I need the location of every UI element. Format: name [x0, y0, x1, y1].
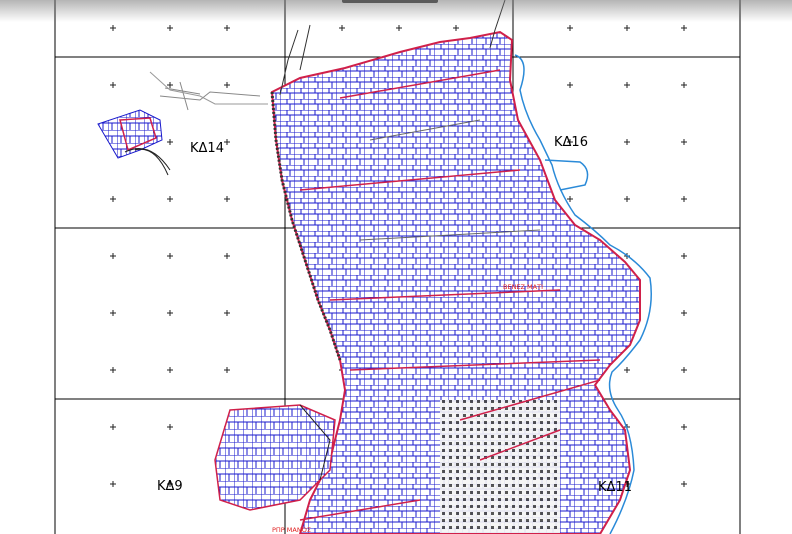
- grid-cross: [224, 310, 230, 316]
- sheet-label-kd9: ΚΔ9: [157, 479, 183, 494]
- grid-cross: [110, 25, 116, 31]
- grid-cross: [224, 139, 230, 145]
- grid-cross: [453, 25, 459, 31]
- grid-cross: [624, 82, 630, 88]
- grid-cross: [224, 82, 230, 88]
- grid-cross: [681, 367, 687, 373]
- sheet-label-kd11: ΚΔ11: [598, 480, 632, 495]
- grid-cross: [167, 367, 173, 373]
- grid-cross: [167, 25, 173, 31]
- grid-cross: [681, 253, 687, 259]
- district-label: ΒΕΝΕΖ ΜΑΤΙ: [503, 283, 543, 291]
- grid-cross: [567, 196, 573, 202]
- map-viewer[interactable]: ΚΔ14 ΚΔ16 ΚΔ9 ΚΔ11 ΒΕΝΕΖ ΜΑΤΙ ΡΠΡ ΜΑΝΟΣ: [0, 0, 792, 534]
- grid-cross: [681, 310, 687, 316]
- grid-cross: [681, 25, 687, 31]
- grid-cross: [624, 367, 630, 373]
- grid-cross: [224, 196, 230, 202]
- kd14-settlement: [97, 71, 268, 176]
- grid-cross: [167, 82, 173, 88]
- grid-cross: [110, 196, 116, 202]
- grid-cross: [681, 82, 687, 88]
- grid-cross: [624, 139, 630, 145]
- grid-cross: [567, 25, 573, 31]
- grid-cross: [110, 82, 116, 88]
- toolbar-handle[interactable]: [342, 0, 438, 3]
- grid-cross: [110, 367, 116, 373]
- grid-cross: [110, 424, 116, 430]
- grid-cross: [224, 253, 230, 259]
- grid-cross: [110, 481, 116, 487]
- sheet-label-kd14: ΚΔ14: [190, 141, 224, 156]
- grid-cross: [396, 25, 402, 31]
- grid-cross: [681, 424, 687, 430]
- grid-cross: [224, 367, 230, 373]
- grid-cross: [567, 82, 573, 88]
- grid-cross: [624, 196, 630, 202]
- grid-cross: [167, 253, 173, 259]
- grid-cross: [167, 424, 173, 430]
- cadastral-map[interactable]: ΚΔ14 ΚΔ16 ΚΔ9 ΚΔ11 ΒΕΝΕΖ ΜΑΤΙ ΡΠΡ ΜΑΝΟΣ: [0, 0, 792, 534]
- grid-cross: [167, 196, 173, 202]
- grid-cross: [110, 310, 116, 316]
- bottom-label: ΡΠΡ ΜΑΝΟΣ: [272, 526, 311, 534]
- grid-cross: [681, 196, 687, 202]
- sheet-label-kd16: ΚΔ16: [554, 135, 588, 150]
- grid-cross: [110, 253, 116, 259]
- grid-cross: [167, 139, 173, 145]
- grid-cross: [681, 139, 687, 145]
- grid-cross: [681, 481, 687, 487]
- grid-cross: [339, 25, 345, 31]
- grid-cross: [167, 310, 173, 316]
- grid-cross: [624, 25, 630, 31]
- grid-cross: [224, 25, 230, 31]
